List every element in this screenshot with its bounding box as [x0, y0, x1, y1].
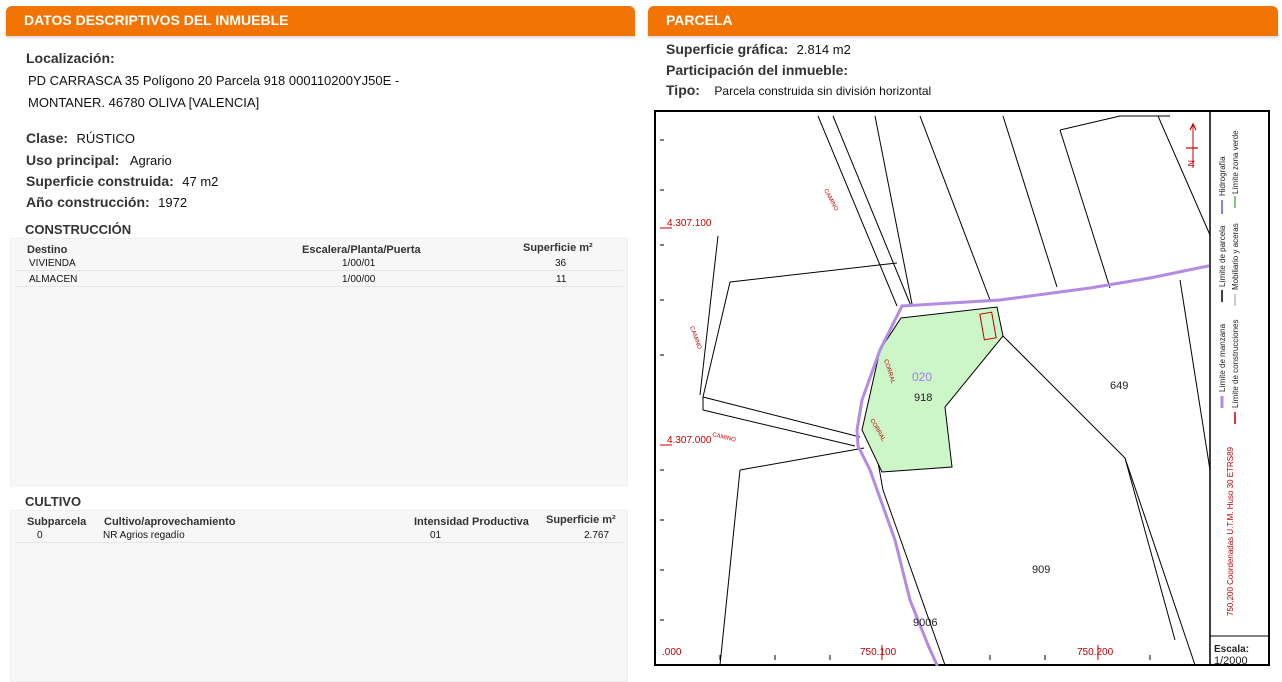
legend-limite-construcciones: Límite de construcciones [1231, 320, 1240, 409]
escala-value: 1/2000 [1214, 655, 1248, 666]
construccion-header-destino: Destino [27, 244, 68, 256]
coord-x-mid: 750.100 [860, 647, 897, 658]
clase-row: Clase: RÚSTICO [26, 130, 135, 148]
construccion-row2-line [15, 286, 623, 287]
localizacion-line1: PD CARRASCA 35 Polígono 20 Parcela 918 0… [28, 73, 400, 88]
left-panel-title: DATOS DESCRIPTIVOS DEL INMUEBLE [24, 12, 289, 28]
participacion-label: Participación del inmueble: [666, 62, 849, 78]
construccion-row1-line [15, 270, 623, 271]
superficie-label: Superficie construida: [26, 173, 174, 189]
cultivo-row1-cultivo: NR Agrios regadío [103, 530, 185, 541]
cultivo-title: CULTIVO [25, 494, 82, 509]
sup-grafica-label: Superficie gráfica: [666, 41, 789, 57]
legend-coordenadas: 750,200 Coordenadas U.T.M. Huso 30 ETRS8… [1226, 446, 1235, 616]
construccion-header-planta: Escalera/Planta/Puerta [302, 244, 421, 256]
tipo-row: Tipo: Parcela construida sin división ho… [666, 82, 931, 100]
cultivo-table: Subparcela Cultivo/aprovechamiento Inten… [10, 510, 628, 682]
localizacion-line2: MONTANER. 46780 OLIVA [VALENCIA] [28, 95, 260, 110]
construccion-row1-superficie: 36 [555, 258, 567, 269]
map-frame [654, 110, 1270, 666]
right-panel-header: PARCELA [648, 6, 1278, 36]
uso-value: Agrario [129, 153, 172, 168]
cultivo-row1-superficie: 2.767 [584, 530, 610, 541]
construccion-row2-superficie: 11 [556, 274, 567, 285]
construccion-row2-planta: 1/00/00 [342, 274, 376, 285]
parcel-number-label: 918 [914, 392, 932, 404]
anio-label: Año construcción: [26, 194, 150, 210]
legend-limite-manzana: Límite de manzana [1218, 323, 1227, 392]
coord-x-left: .000 [662, 647, 682, 658]
localizacion-label: Localización: [26, 50, 115, 66]
clase-value: RÚSTICO [76, 131, 135, 146]
anio-row: Año construcción: 1972 [26, 194, 187, 212]
cultivo-row1-intensidad: 01 [430, 530, 442, 541]
clase-label: Clase: [26, 130, 69, 146]
tipo-label: Tipo: [666, 82, 700, 98]
coord-y-top: 4.307.100 [667, 218, 712, 229]
cultivo-header-cultivo: Cultivo/aprovechamiento [104, 516, 236, 528]
construccion-row1-planta: 1/00/01 [342, 258, 376, 269]
legend-mobiliario: Mobiliario y aceras [1231, 223, 1240, 290]
anio-value: 1972 [158, 195, 188, 210]
coord-x-right: 750.200 [1077, 647, 1114, 658]
parcel-polygon-label: 020 [912, 370, 932, 384]
cultivo-row1-subparcela: 0 [37, 530, 43, 541]
cultivo-header-subparcela: Subparcela [27, 516, 87, 528]
coord-y-bottom: 4.307.000 [667, 435, 712, 446]
sup-grafica-value: 2.814 m2 [796, 42, 851, 57]
superficie-value: 47 m2 [182, 174, 219, 189]
escala-label: Escala: [1214, 644, 1249, 655]
construccion-title: CONSTRUCCIÓN [25, 222, 132, 237]
neighbor-649-label: 649 [1110, 380, 1128, 392]
construccion-row2-destino: ALMACEN [29, 274, 78, 285]
superficie-row: Superficie construida: 47 m2 [26, 173, 218, 191]
north-label: N [1186, 160, 1196, 167]
construccion-table: Destino Escalera/Planta/Puerta Superfici… [10, 238, 628, 486]
left-panel-header: DATOS DESCRIPTIVOS DEL INMUEBLE [6, 6, 635, 36]
cultivo-row1-line [15, 542, 623, 543]
construccion-row1-destino: VIVIENDA [29, 258, 76, 269]
construccion-header-superficie: Superficie m² [523, 242, 593, 254]
cadastral-map[interactable]: 4.307.100 4.307.000 .000 750.100 750.200 [654, 110, 1270, 666]
uso-row: Uso principal: Agrario [26, 152, 172, 170]
legend-hidrografia: Hidrografía [1218, 156, 1227, 196]
neighbor-9006-label: 9006 [913, 617, 937, 629]
tipo-value: Parcela construida sin división horizont… [714, 84, 932, 98]
neighbor-909-label: 909 [1032, 564, 1050, 576]
legend-limite-parcela: Límite de parcela [1218, 225, 1227, 287]
cultivo-header-superficie: Superficie m² [546, 514, 616, 526]
right-panel-title: PARCELA [666, 12, 733, 28]
legend-limite-zona-verde: Límite zona verde [1231, 130, 1240, 194]
cultivo-header-intensidad: Intensidad Productiva [414, 516, 529, 528]
sup-grafica-row: Superficie gráfica: 2.814 m2 [666, 41, 851, 59]
uso-label: Uso principal: [26, 152, 120, 168]
